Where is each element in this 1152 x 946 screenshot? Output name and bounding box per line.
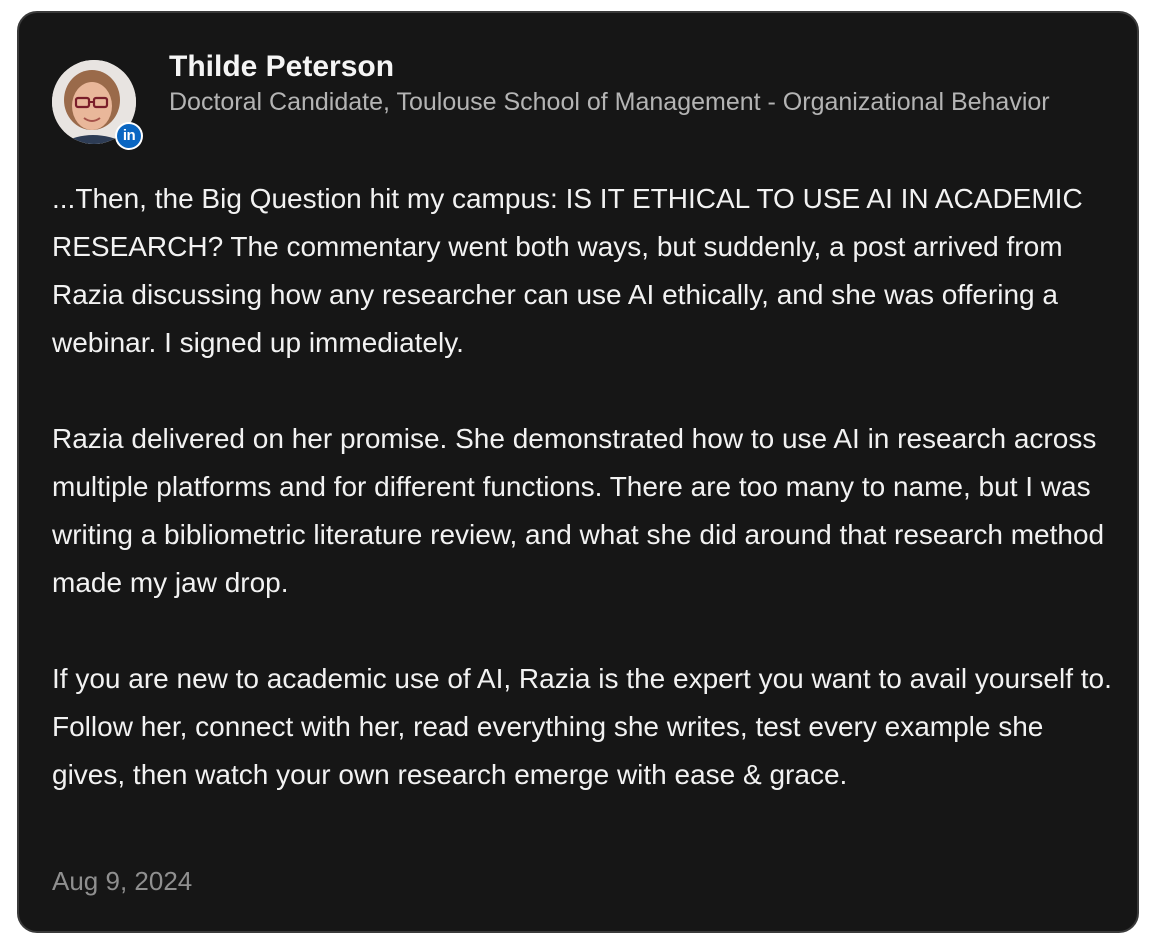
author-headline: Doctoral Candidate, Toulouse School of M… <box>169 88 1050 116</box>
linkedin-icon: in <box>117 124 141 148</box>
author-avatar[interactable]: in <box>52 60 143 150</box>
review-paragraph: If you are new to academic use of AI, Ra… <box>52 663 1112 790</box>
review-text: ...Then, the Big Question hit my campus:… <box>52 175 1112 799</box>
author-name[interactable]: Thilde Peterson <box>169 47 394 87</box>
review-card: in Thilde Peterson Doctoral Candidate, T… <box>17 11 1139 933</box>
review-paragraph: ...Then, the Big Question hit my campus:… <box>52 183 1083 358</box>
review-paragraph: Razia delivered on her promise. She demo… <box>52 423 1105 598</box>
linkedin-badge: in <box>115 122 143 150</box>
review-date: Aug 9, 2024 <box>52 866 193 896</box>
